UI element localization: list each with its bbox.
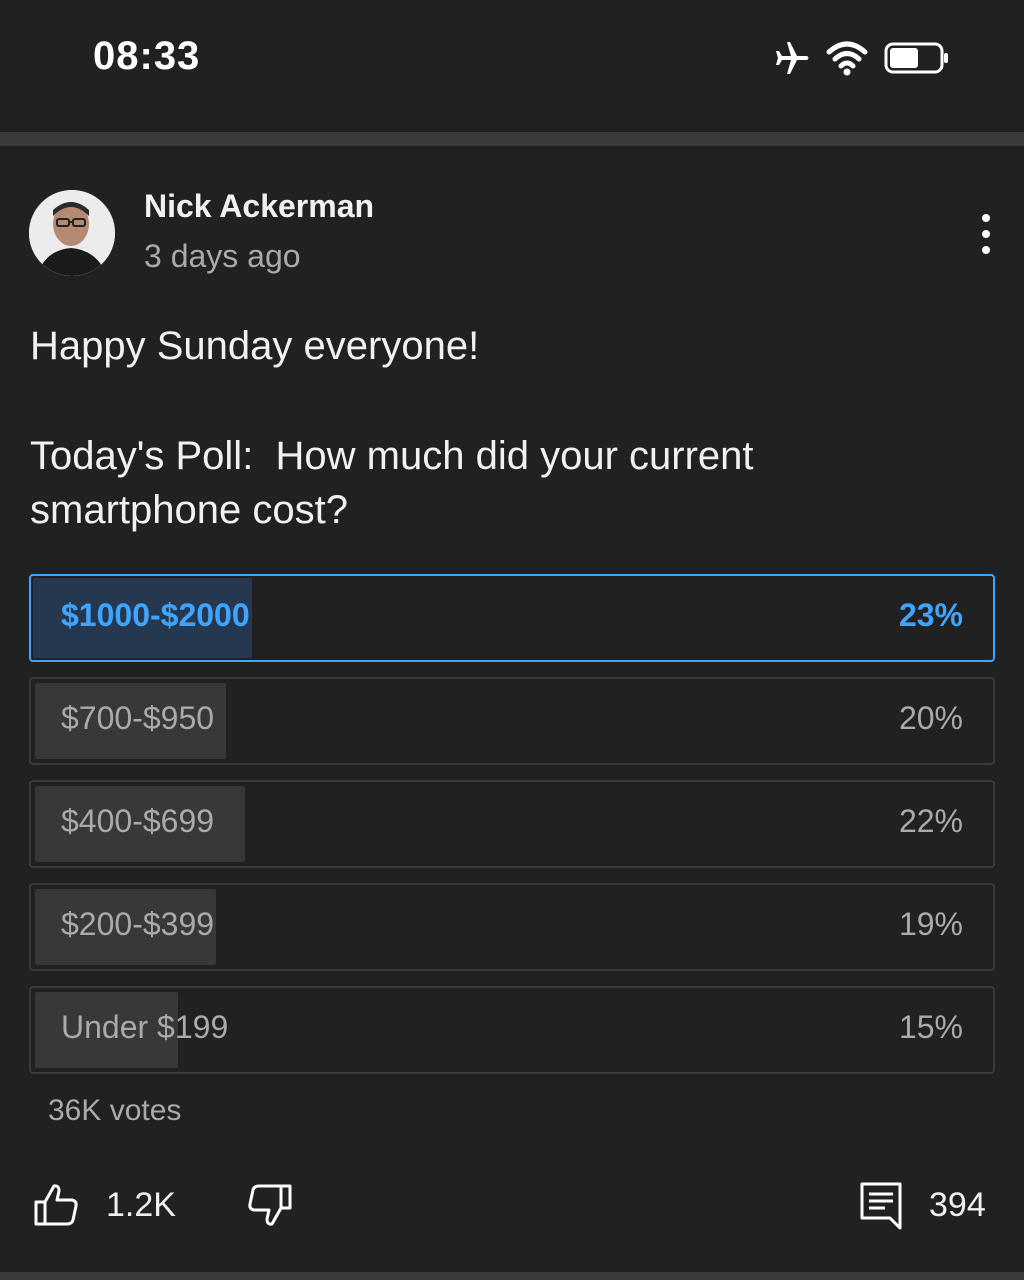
post-text-greeting: Happy Sunday everyone! [30,324,480,368]
comments-button[interactable] [858,1180,904,1230]
status-bar: 08:33 [0,0,1024,132]
comment-icon [860,1182,902,1230]
poll-option[interactable]: $400-$699 22% [29,780,995,868]
vote-count: 36K votes [48,1094,182,1127]
like-count: 1.2K [106,1186,176,1224]
poll-option[interactable]: $1000-$2000 23% [29,574,995,662]
poll-option-percent: 23% [898,597,963,633]
poll-option-percent: 15% [898,1009,963,1045]
avatar[interactable] [29,190,115,276]
community-post: Nick Ackerman 3 days ago Happy Sunday ev… [0,146,1024,1272]
battery-icon [884,42,948,74]
poll-option-label: Under $199 [61,1009,229,1045]
post-text-question-line1: Today's Poll: How much did your current [30,434,754,478]
avatar-image [29,190,115,276]
dislike-button[interactable] [244,1180,294,1230]
poll-option-percent: 22% [898,803,963,839]
status-time: 08:33 [93,34,201,78]
poll-option-label: $200-$399 [61,906,215,942]
more-options-button[interactable] [966,210,1006,258]
thumbs-up-icon [34,1184,78,1226]
poll-option-label: $400-$699 [61,803,215,839]
author-name[interactable]: Nick Ackerman [144,188,374,225]
poll-option-label: $700-$950 [61,700,215,736]
comment-count: 394 [929,1186,986,1224]
status-icons [770,38,960,82]
poll-option[interactable]: $200-$399 19% [29,883,995,971]
more-vert-icon [982,214,990,254]
poll-option[interactable]: $700-$950 20% [29,677,995,765]
like-button[interactable] [32,1180,82,1230]
thumbs-down-icon [248,1184,292,1226]
wifi-icon [826,41,868,76]
poll-option[interactable]: Under $199 15% [29,986,995,1074]
bottom-divider [0,1272,1024,1280]
poll-option-label: $1000-$2000 [61,597,250,633]
poll-option-percent: 20% [898,700,963,736]
poll-option-percent: 19% [898,906,963,942]
top-divider [0,132,1024,146]
post-timestamp: 3 days ago [144,238,301,274]
airplane-icon [776,42,809,74]
post-text-question-line2: smartphone cost? [30,488,348,532]
